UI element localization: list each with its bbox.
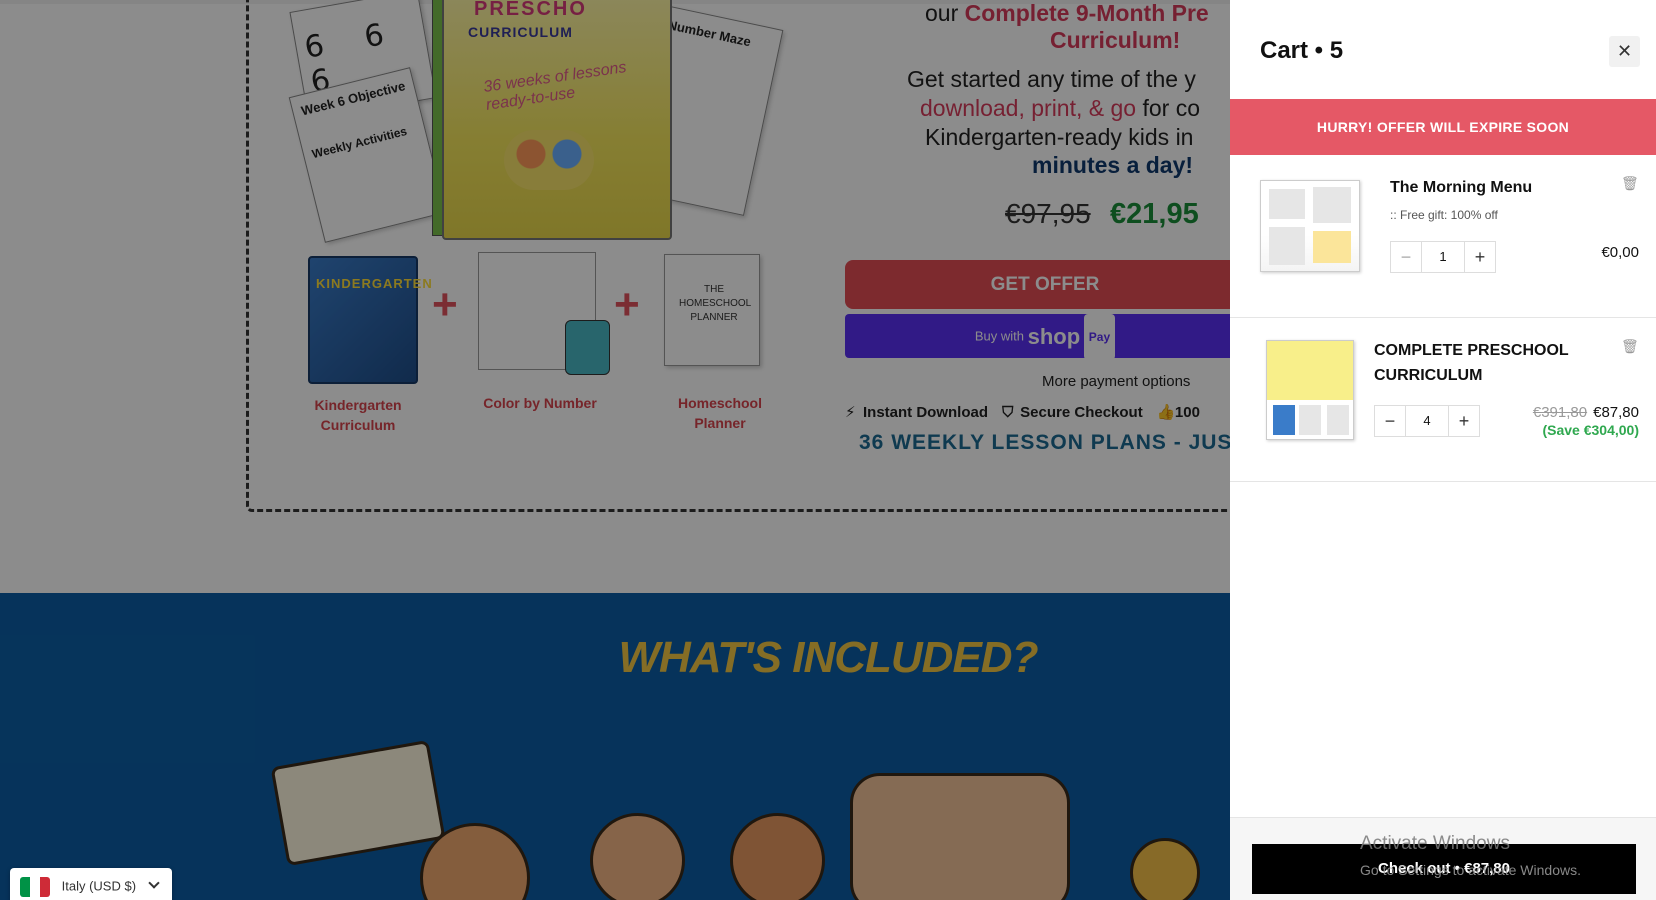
quantity-input[interactable]: 4 — [1405, 406, 1449, 436]
activate-windows-watermark: Activate Windows — [1360, 833, 1510, 854]
item-price: €0,00 — [1601, 244, 1639, 261]
chevron-down-icon — [147, 877, 160, 890]
item-price-line: €391,80 €87,80 — [1533, 404, 1639, 421]
decrease-quantity-button[interactable]: − — [1391, 242, 1421, 272]
increase-quantity-button[interactable]: + — [1449, 406, 1479, 436]
quantity-stepper: − 1 + — [1390, 241, 1496, 273]
quantity-stepper: − 4 + — [1374, 405, 1480, 437]
cart-drawer: Cart • 5 ✕ HURRY! OFFER WILL EXPIRE SOON… — [1230, 0, 1656, 900]
cart-header: Cart • 5 ✕ — [1230, 0, 1656, 100]
quantity-input[interactable]: 1 — [1421, 242, 1465, 272]
trash-icon[interactable]: 🗑 — [1621, 338, 1639, 355]
trash-icon[interactable]: 🗑 — [1621, 175, 1639, 192]
item-title[interactable]: The Morning Menu — [1390, 175, 1532, 200]
italy-flag-icon — [20, 877, 50, 897]
savings-text: (Save €304,00) — [1542, 422, 1639, 438]
country-label: Italy (USD $) — [61, 878, 137, 894]
offer-expiry-banner: HURRY! OFFER WILL EXPIRE SOON — [1230, 99, 1656, 155]
item-price: €87,80 — [1593, 404, 1639, 421]
increase-quantity-button[interactable]: + — [1465, 242, 1495, 272]
country-selector[interactable]: Italy (USD $) — [10, 868, 172, 900]
item-property: :: Free gift: 100% off — [1390, 208, 1498, 222]
decrease-quantity-button[interactable]: − — [1375, 406, 1405, 436]
compare-at-price: €391,80 — [1532, 404, 1588, 421]
cart-title: Cart • 5 — [1260, 37, 1344, 64]
item-title[interactable]: COMPLETE PRESCHOOL CURRICULUM — [1374, 338, 1594, 388]
activate-windows-subtitle: Go to Settings to activate Windows. — [1360, 862, 1581, 878]
close-icon[interactable]: ✕ — [1609, 36, 1640, 67]
cart-footer: Check out • €87,80 — [1230, 817, 1656, 900]
product-thumbnail[interactable] — [1266, 340, 1354, 440]
cart-line-item: COMPLETE PRESCHOOL CURRICULUM 🗑 − 4 + €3… — [1230, 318, 1656, 482]
cart-line-item: The Morning Menu :: Free gift: 100% off … — [1230, 155, 1656, 318]
product-thumbnail[interactable] — [1260, 180, 1360, 272]
